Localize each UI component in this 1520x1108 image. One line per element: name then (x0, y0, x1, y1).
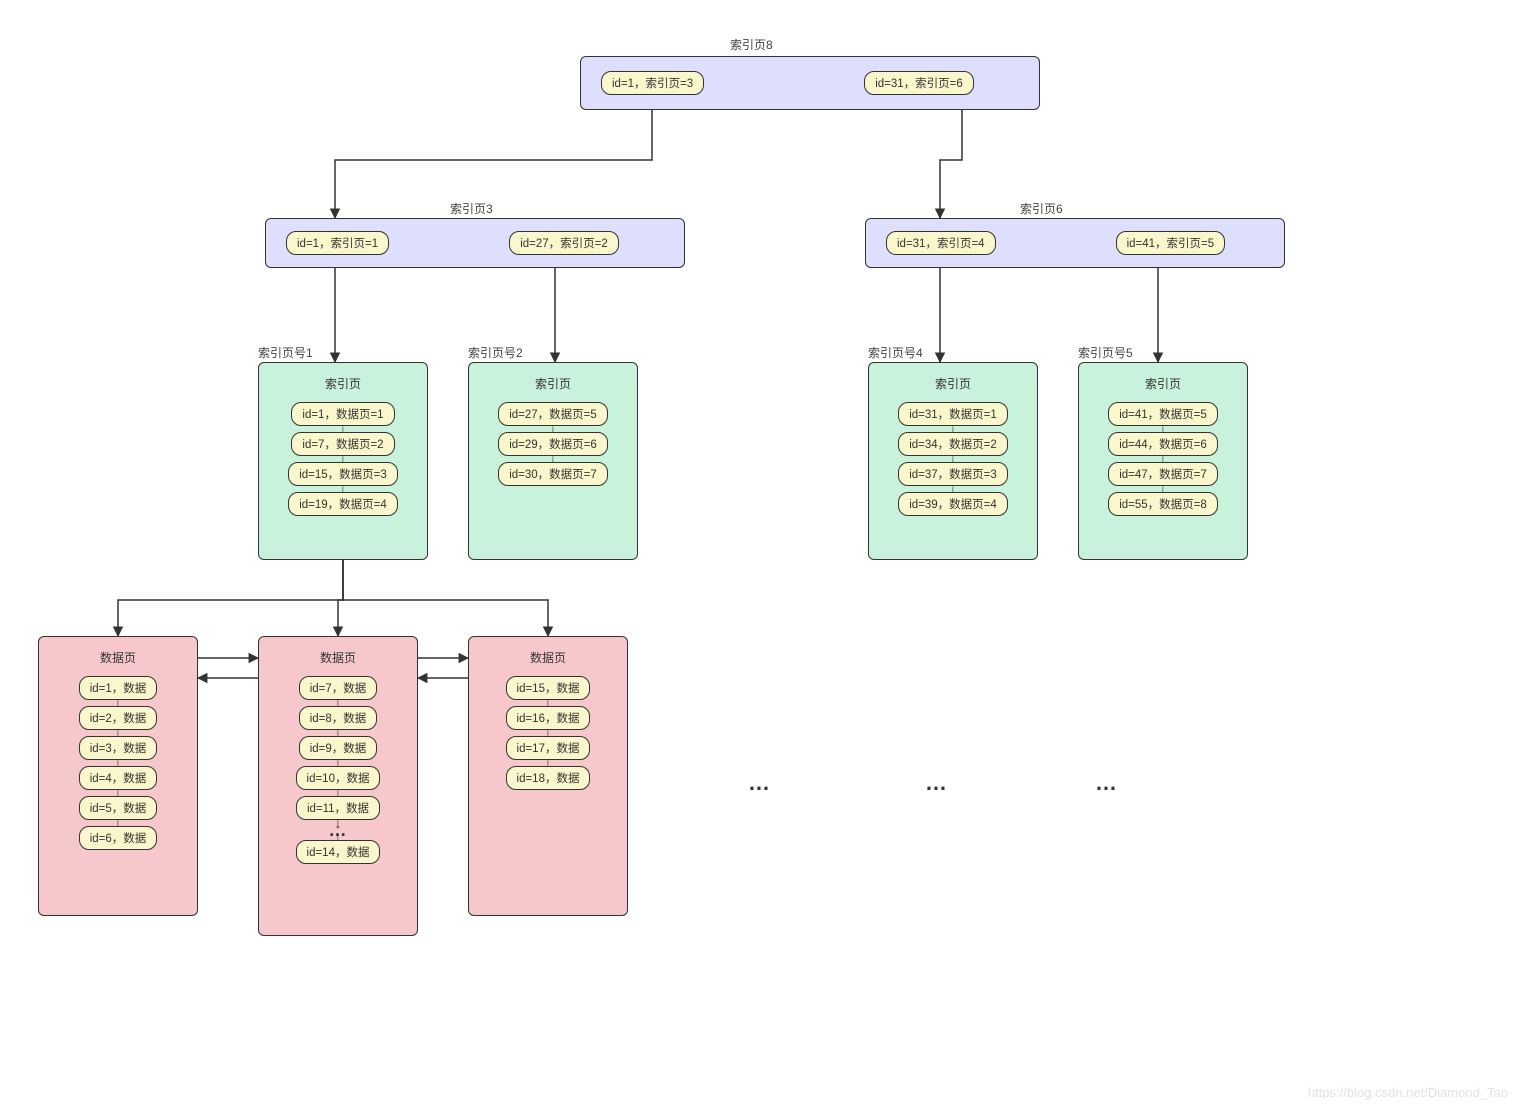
level1-left-label: 索引页3 (450, 200, 493, 217)
leaf5-title: 索引页 (1145, 375, 1181, 392)
leaf-page-1: 索引页 id=1，数据页=1 ↓ id=7，数据页=2 ↓ id=15，数据页=… (258, 362, 428, 560)
leaf2-label: 索引页号2 (468, 344, 523, 361)
watermark-text: https://blog.csdn.net/Diamond_Tao (1308, 1085, 1508, 1100)
l1-right-entry-2: id=41，索引页=5 (1116, 231, 1226, 255)
data-page-2: 数据页 id=7，数据 ↓ id=8，数据 ↓ id=9，数据 ↓ id=10，… (258, 636, 418, 936)
data-page-1: 数据页 id=1，数据 ↓ id=2，数据 ↓ id=3，数据 ↓ id=4，数… (38, 636, 198, 916)
leaf-page-5: 索引页 id=41，数据页=5 ↓ id=44，数据页=6 ↓ id=47，数据… (1078, 362, 1248, 560)
diagram-canvas: 索引页8 id=1，索引页=3 id=31，索引页=6 索引页3 id=1，索引… (0, 0, 1520, 1108)
l1-right-entry-1: id=31，索引页=4 (886, 231, 996, 255)
l1-left-entry-2: id=27，索引页=2 (509, 231, 619, 255)
leaf2-item: id=30，数据页=7 (498, 462, 608, 486)
ellipsis-icon: … (1095, 770, 1119, 796)
leaf2-items: id=27，数据页=5 ↓ id=29，数据页=6 ↓ id=30，数据页=7 (498, 402, 608, 486)
data2-items: id=7，数据 ↓ id=8，数据 ↓ id=9，数据 ↓ id=10，数据 ↓… (296, 676, 381, 864)
data3-item: id=18，数据 (506, 766, 591, 790)
level1-left-page: id=1，索引页=1 id=27，索引页=2 (265, 218, 685, 268)
leaf-page-2: 索引页 id=27，数据页=5 ↓ id=29，数据页=6 ↓ id=30，数据… (468, 362, 638, 560)
data1-items: id=1，数据 ↓ id=2，数据 ↓ id=3，数据 ↓ id=4，数据 ↓ … (79, 676, 158, 850)
data2-item: id=14，数据 (296, 840, 381, 864)
root-label: 索引页8 (730, 36, 773, 53)
leaf4-label: 索引页号4 (868, 344, 923, 361)
leaf1-title: 索引页 (325, 375, 361, 392)
leaf5-items: id=41，数据页=5 ↓ id=44，数据页=6 ↓ id=47，数据页=7 … (1108, 402, 1218, 516)
root-entry-2: id=31，索引页=6 (864, 71, 974, 95)
data1-item: id=6，数据 (79, 826, 158, 850)
root-entry-1: id=1，索引页=3 (601, 71, 704, 95)
leaf4-items: id=31，数据页=1 ↓ id=34，数据页=2 ↓ id=37，数据页=3 … (898, 402, 1008, 516)
leaf2-title: 索引页 (535, 375, 571, 392)
leaf5-item: id=55，数据页=8 (1108, 492, 1218, 516)
leaf1-label: 索引页号1 (258, 344, 313, 361)
ellipsis-icon: … (925, 770, 949, 796)
leaf5-label: 索引页号5 (1078, 344, 1133, 361)
l1-left-entry-1: id=1，索引页=1 (286, 231, 389, 255)
root-index-page: id=1，索引页=3 id=31，索引页=6 (580, 56, 1040, 110)
leaf1-item: id=19，数据页=4 (288, 492, 398, 516)
data3-items: id=15，数据 ↓ id=16，数据 ↓ id=17，数据 ↓ id=18，数… (506, 676, 591, 790)
data1-title: 数据页 (100, 649, 136, 666)
leaf1-items: id=1，数据页=1 ↓ id=7，数据页=2 ↓ id=15，数据页=3 ↓ … (288, 402, 398, 516)
data-page-3: 数据页 id=15，数据 ↓ id=16，数据 ↓ id=17，数据 ↓ id=… (468, 636, 628, 916)
ellipsis-icon: … (748, 770, 772, 796)
leaf4-title: 索引页 (935, 375, 971, 392)
level1-right-page: id=31，索引页=4 id=41，索引页=5 (865, 218, 1285, 268)
leaf-page-4: 索引页 id=31，数据页=1 ↓ id=34，数据页=2 ↓ id=37，数据… (868, 362, 1038, 560)
data3-title: 数据页 (530, 649, 566, 666)
data2-title: 数据页 (320, 649, 356, 666)
leaf4-item: id=39，数据页=4 (898, 492, 1008, 516)
connectors (0, 0, 1520, 1108)
level1-right-label: 索引页6 (1020, 200, 1063, 217)
